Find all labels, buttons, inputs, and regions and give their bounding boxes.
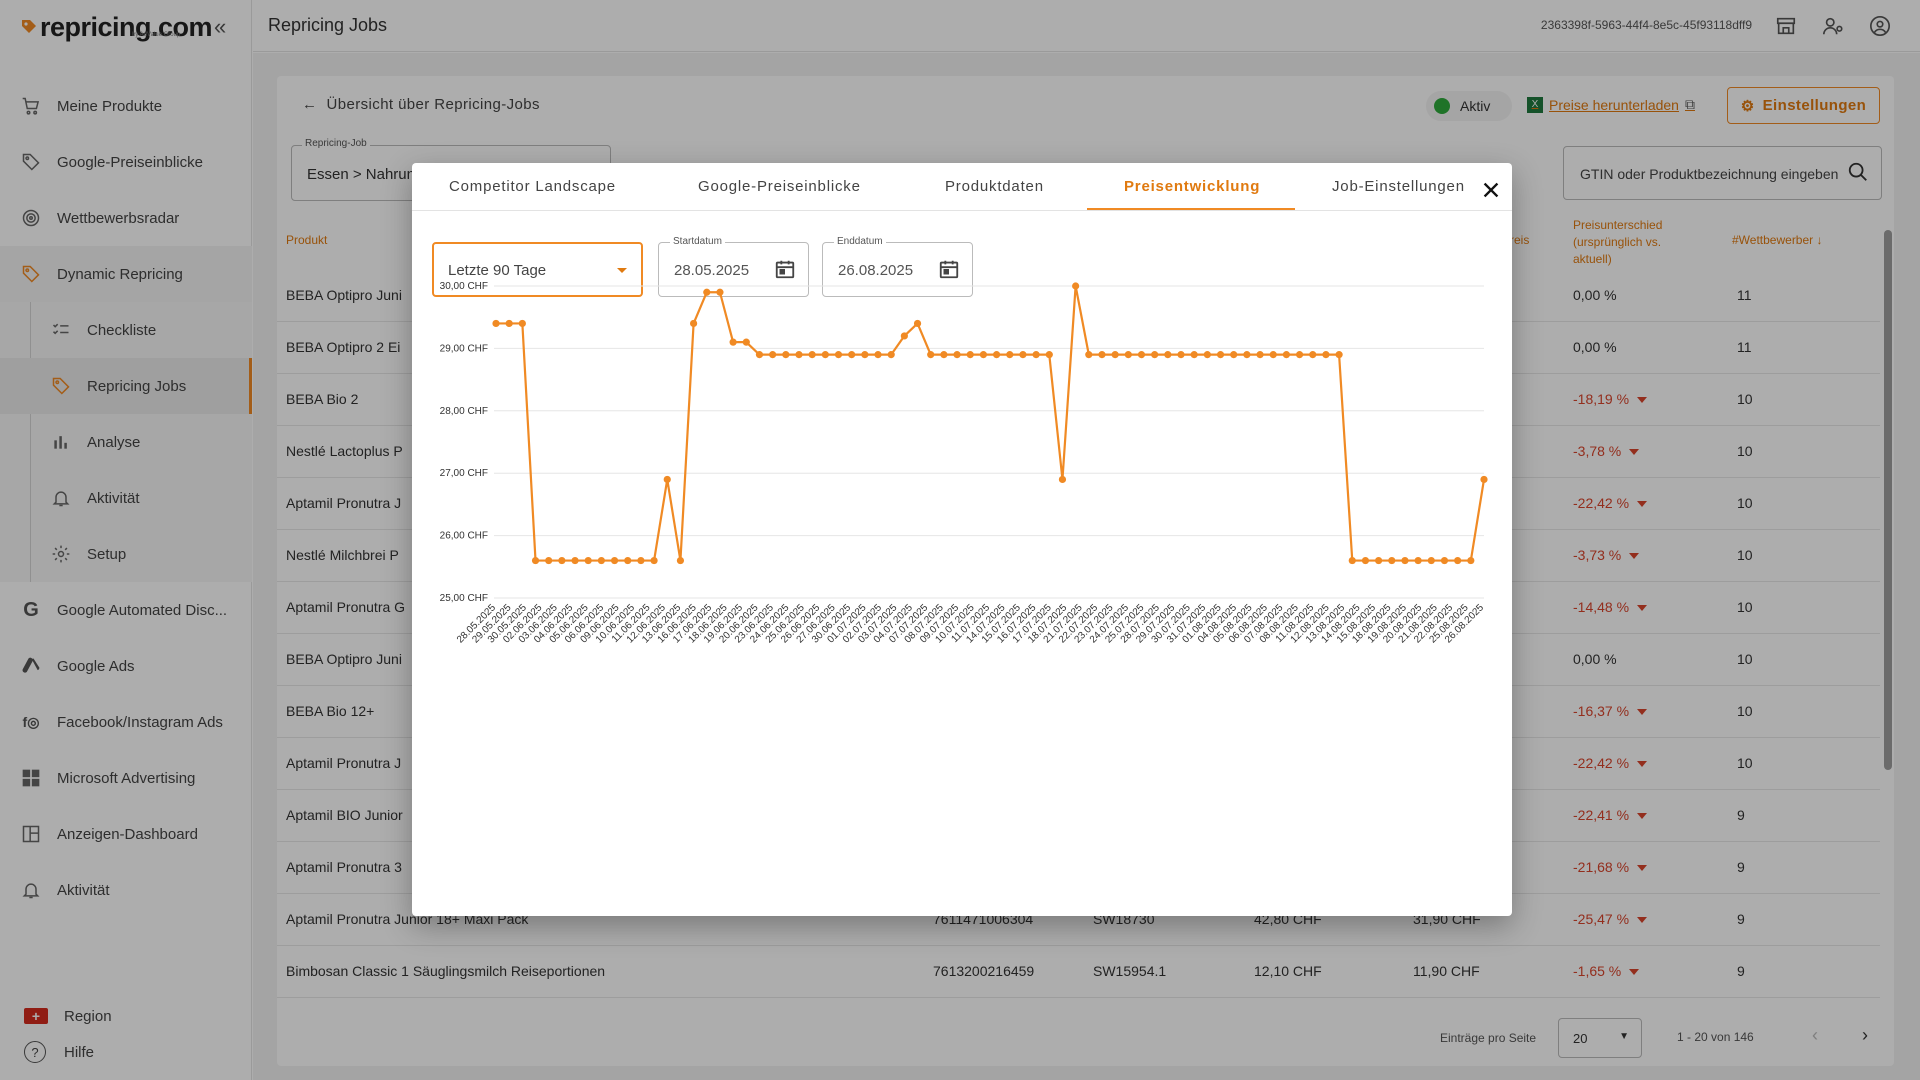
data-point: [584, 556, 592, 565]
y-tick-label: 26,00 CHF: [440, 531, 488, 542]
data-point: [834, 351, 843, 359]
y-tick-label: 27,00 CHF: [440, 468, 488, 479]
data-point: [1401, 556, 1409, 565]
y-tick-label: 28,00 CHF: [440, 406, 488, 417]
data-point: [940, 351, 948, 359]
y-tick-label: 25,00 CHF: [440, 593, 488, 604]
data-point: [729, 338, 737, 346]
data-point: [703, 288, 711, 296]
data-point: [1019, 351, 1027, 359]
data-point: [953, 351, 961, 359]
data-point: [992, 351, 1001, 359]
data-point: [900, 332, 908, 340]
data-point: [1203, 351, 1211, 359]
data-point: [518, 319, 526, 328]
data-point: [874, 351, 882, 359]
data-point: [716, 288, 724, 296]
data-point: [571, 556, 579, 565]
product-detail-modal: Competitor Landscape Google-Preiseinblic…: [412, 163, 1512, 916]
data-point: [927, 351, 935, 359]
data-point: [650, 556, 658, 565]
data-point: [1480, 475, 1488, 484]
data-point: [610, 556, 619, 565]
data-point: [1361, 556, 1370, 565]
data-point: [1098, 351, 1106, 359]
data-point: [663, 475, 671, 484]
data-point: [861, 351, 869, 359]
data-point: [1137, 351, 1146, 359]
data-point: [755, 351, 764, 359]
data-point: [1454, 556, 1462, 565]
data-point: [1006, 351, 1014, 359]
data-point: [492, 319, 500, 328]
data-point: [769, 351, 777, 359]
data-point: [1177, 351, 1185, 359]
data-point: [1467, 556, 1475, 565]
data-point: [1164, 351, 1172, 359]
data-point: [1032, 351, 1040, 359]
data-point: [1309, 351, 1317, 359]
data-point: [1230, 351, 1238, 359]
data-point: [742, 338, 750, 346]
data-point: [1072, 282, 1080, 290]
data-point: [979, 351, 988, 359]
data-point: [1427, 556, 1435, 565]
data-point: [1111, 351, 1119, 359]
data-point: [1190, 351, 1198, 359]
data-point: [1269, 351, 1277, 359]
data-point: [1335, 351, 1343, 359]
data-point: [676, 556, 685, 565]
data-point: [545, 556, 553, 565]
data-point: [1282, 351, 1290, 359]
data-point: [966, 351, 974, 359]
data-point: [795, 351, 803, 359]
data-point: [624, 556, 632, 565]
data-point: [531, 556, 540, 565]
data-point: [848, 351, 856, 359]
data-point: [808, 351, 816, 359]
data-point: [1348, 556, 1356, 565]
data-point: [1440, 556, 1449, 565]
data-point: [637, 556, 645, 565]
series-line: [496, 284, 1486, 562]
data-point: [1058, 475, 1067, 484]
data-point: [1322, 351, 1330, 359]
data-point: [1256, 351, 1264, 359]
data-point: [1375, 556, 1383, 565]
data-point: [1216, 351, 1225, 359]
y-tick-label: 30,00 CHF: [440, 281, 488, 292]
data-point: [1151, 351, 1159, 359]
data-point: [597, 556, 605, 565]
data-point: [1414, 556, 1422, 565]
data-point: [782, 351, 790, 359]
data-point: [821, 351, 829, 359]
data-point: [1124, 351, 1132, 359]
data-point: [913, 319, 922, 328]
data-point: [1295, 351, 1304, 359]
data-point: [1045, 351, 1053, 359]
data-point: [1388, 556, 1396, 565]
price-history-chart: 25,00 CHF 26,00 CHF 27,00 CHF 28,00 CHF 29,0…: [440, 281, 1488, 646]
data-point: [1243, 351, 1251, 359]
data-point: [690, 319, 698, 328]
data-point: [505, 319, 513, 328]
y-tick-label: 29,00 CHF: [440, 343, 488, 354]
data-point: [558, 556, 566, 565]
data-point: [1085, 351, 1093, 359]
data-point: [887, 351, 895, 359]
